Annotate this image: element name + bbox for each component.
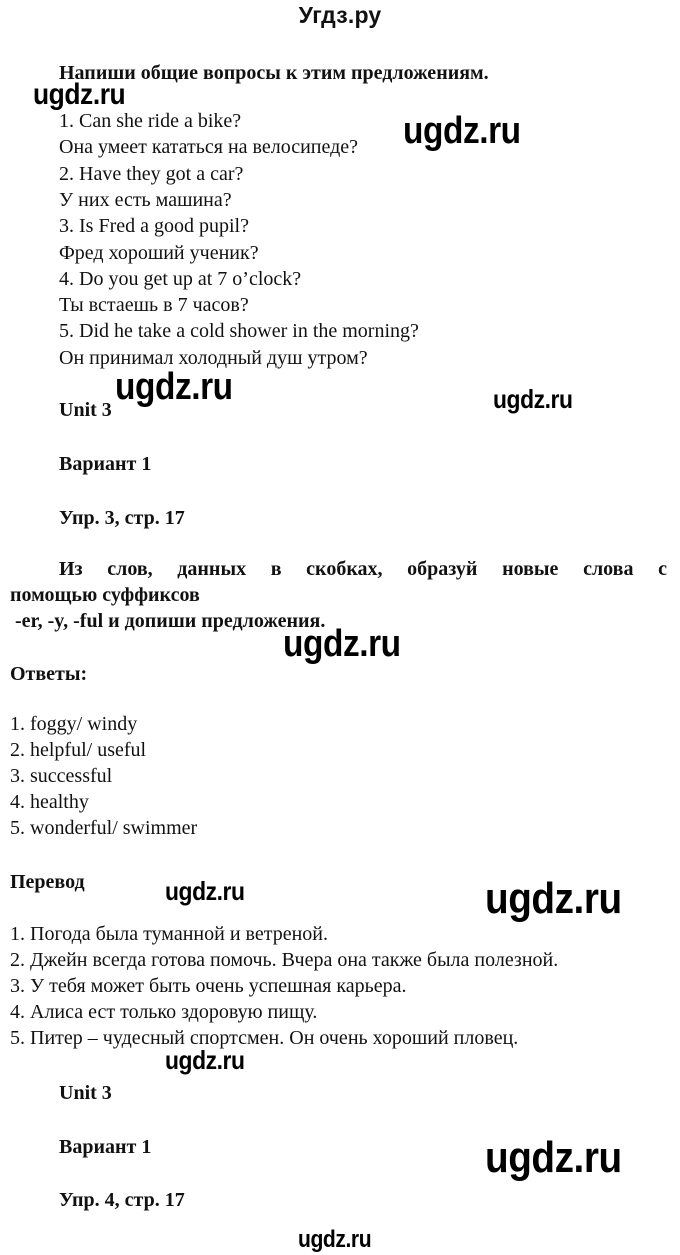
- question-item: 3. Is Fred a good pupil?: [59, 215, 249, 237]
- translation-item: 1. Погода была туманной и ветреной.: [10, 923, 328, 945]
- watermark: ugdz.ru: [485, 874, 622, 923]
- question-item: 4. Do you get up at 7 o’clock?: [59, 268, 302, 290]
- unit-heading: Unit 3: [59, 1082, 112, 1104]
- question-item: 5. Did he take a cold shower in the morn…: [59, 320, 419, 342]
- exercise-heading: Упр. 3, стр. 17: [59, 507, 185, 529]
- watermark: ugdz.ru: [403, 110, 521, 152]
- site-title: Угдз.ру: [298, 2, 382, 28]
- translation-item: Ты встаешь в 7 часов?: [59, 294, 249, 316]
- answer-item: 5. wonderful/ swimmer: [10, 817, 198, 839]
- translation-item: Она умеет кататься на велосипеде?: [59, 136, 359, 158]
- exercise-heading: Упр. 4, стр. 17: [59, 1189, 185, 1211]
- translation-item: 5. Питер – чудесный спортсмен. Он очень …: [10, 1027, 519, 1049]
- translation-label: Перевод: [10, 871, 85, 893]
- watermark: ugdz.ru: [283, 623, 401, 665]
- answers-label: Ответы:: [10, 663, 88, 685]
- watermark: ugdz.ru: [165, 1045, 245, 1075]
- answer-item: 1. foggy/ windy: [10, 713, 138, 735]
- variant-heading: Вариант 1: [59, 1136, 152, 1158]
- watermark: ugdz.ru: [493, 384, 573, 414]
- question-item: 2. Have they got a car?: [59, 163, 244, 185]
- answer-item: 2. helpful/ useful: [10, 739, 147, 761]
- exercise-instruction-line1: Из слов, данных в скобках, образуй новые…: [59, 558, 667, 580]
- watermark: ugdz.ru: [115, 366, 233, 408]
- variant-heading: Вариант 1: [59, 453, 152, 475]
- watermark: ugdz.ru: [485, 1133, 622, 1182]
- translation-item: 4. Алиса ест только здоровую пищу.: [10, 1001, 318, 1023]
- translation-item: 3. У тебя может быть очень успешная карь…: [10, 975, 407, 997]
- watermark: ugdz.ru: [33, 78, 126, 111]
- translation-item: 2. Джейн всегда готова помочь. Вчера она…: [10, 949, 559, 971]
- watermark: ugdz.ru: [165, 876, 245, 906]
- exercise-instruction-line3: -er, -y, -ful и допиши предложения.: [10, 610, 326, 632]
- watermark: ugdz.ru: [298, 1226, 372, 1253]
- translation-item: Фред хороший ученик?: [59, 242, 259, 264]
- answer-item: 4. healthy: [10, 791, 89, 813]
- answer-item: 3. successful: [10, 765, 113, 787]
- exercise-instruction-line2: помощью суффиксов: [10, 584, 200, 606]
- translation-item: У них есть машина?: [59, 189, 232, 211]
- unit-heading: Unit 3: [59, 399, 112, 421]
